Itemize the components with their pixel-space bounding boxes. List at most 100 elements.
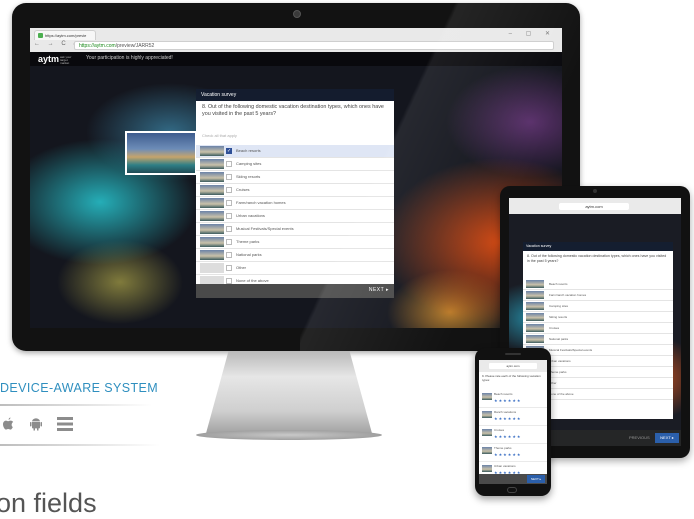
ipad-browser-bar: aytm.com [509, 198, 681, 214]
next-button[interactable]: NEXT ▸ [527, 475, 545, 483]
star-rating[interactable]: ★★★★★★ [494, 398, 522, 403]
option-label: Camping sites [549, 304, 569, 308]
checkbox[interactable] [226, 239, 232, 245]
option-row[interactable]: National parks [523, 334, 673, 345]
rating-label: Cruises [494, 428, 505, 432]
option-row[interactable]: Urban vacations [196, 210, 394, 223]
option-thumbnail [526, 335, 544, 343]
iphone-device: aytm.com 9. Please rate each of the foll… [475, 348, 551, 496]
vacation-image [125, 131, 197, 175]
option-label: Farm/ranch vacation homes [549, 293, 587, 297]
option-label: Cruises [549, 326, 560, 330]
apple-icon [3, 417, 14, 430]
checkbox[interactable] [226, 252, 232, 258]
option-thumbnail [200, 172, 224, 182]
option-label: Urban vacations [549, 359, 571, 363]
option-row[interactable]: Farm/ranch vacation homes [196, 197, 394, 210]
tab-label: https://aytm.com/previe [45, 33, 87, 38]
option-label: Theme parks [549, 370, 567, 374]
app-header: aytm ask your target market Your partici… [30, 52, 562, 66]
ipad-address-bar[interactable]: aytm.com [559, 203, 629, 210]
survey-question: 8. Out of the following domestic vacatio… [202, 104, 384, 117]
ipad-survey-question: 8. Out of the following domestic vacatio… [527, 254, 667, 263]
option-thumbnail [482, 465, 492, 472]
android-icon [29, 418, 42, 431]
option-label: Urban vacations [236, 213, 265, 218]
checkbox[interactable] [226, 265, 232, 271]
rating-row: Cruises ★★★★★★ [479, 426, 547, 444]
option-thumbnail [200, 263, 224, 273]
address-bar[interactable]: https://aytm.com/preview/JARR52 [74, 41, 554, 50]
option-label: Cruises [236, 187, 250, 192]
iphone-screen: aytm.com 9. Please rate each of the foll… [479, 360, 547, 484]
option-row[interactable]: Skiing resorts [196, 171, 394, 184]
checkbox[interactable] [226, 174, 232, 180]
option-row[interactable]: Cruises [523, 323, 673, 334]
window-controls[interactable]: – ▢ ✕ [509, 30, 556, 37]
browser-toolbar: https://aytm.com/previe – ▢ ✕ ← → C ⌂ ht… [30, 28, 562, 53]
iphone-footer: NEXT ▸ [479, 474, 547, 484]
previous-button[interactable]: PREVIOUS [629, 435, 650, 440]
imac-stand [205, 351, 373, 437]
option-row[interactable]: Cruises [196, 184, 394, 197]
next-button[interactable]: NEXT ▸ [369, 287, 389, 293]
option-thumbnail [200, 211, 224, 221]
favicon-icon [38, 33, 43, 38]
checkbox[interactable] [226, 213, 232, 219]
checkbox[interactable] [226, 200, 232, 206]
option-row[interactable]: Theme parks [196, 236, 394, 249]
option-thumbnail [200, 237, 224, 247]
survey-hint: Check all that apply [202, 133, 237, 138]
option-thumbnail [200, 250, 224, 260]
option-thumbnail [200, 198, 224, 208]
section-heading: on fields [0, 488, 97, 518]
checkbox[interactable] [226, 161, 232, 167]
star-rating[interactable]: ★★★★★★ [494, 416, 522, 421]
option-row[interactable]: Other [196, 262, 394, 275]
checkbox[interactable] [226, 226, 232, 232]
option-label: Beach resorts [549, 282, 568, 286]
option-thumbnail [200, 159, 224, 169]
iphone-rating-list: Beach resorts ★★★★★★ Ranch vacations ★★★★★… [479, 390, 547, 480]
option-label: Farm/ranch vacation homes [236, 200, 286, 205]
option-label: Other [236, 265, 247, 270]
option-label: Camping sites [236, 161, 262, 166]
survey-card: 8. Out of the following domestic vacatio… [196, 101, 394, 298]
os-icons [2, 417, 74, 434]
option-row[interactable]: Camping sites [196, 158, 394, 171]
iphone-question: 9. Please rate each of the following vac… [482, 374, 541, 382]
option-row[interactable]: Skiing resorts [523, 312, 673, 323]
option-row[interactable]: Farm/ranch vacation homes [523, 290, 673, 301]
option-row[interactable]: National parks [196, 249, 394, 262]
option-label: Musical Festivals/Special events [236, 226, 294, 231]
option-thumbnail [526, 313, 544, 321]
option-row[interactable]: Musical Festivals/Special events [196, 223, 394, 236]
option-row[interactable]: Camping sites [523, 301, 673, 312]
browser-tab[interactable]: https://aytm.com/previe [34, 30, 96, 40]
aytm-logo[interactable]: aytm [38, 54, 59, 64]
option-label: National parks [549, 337, 569, 341]
logo-subtitle: ask your target market [60, 55, 72, 65]
option-thumbnail [482, 393, 492, 400]
imac-stand-base [196, 430, 382, 440]
rating-label: Theme parks [494, 446, 512, 450]
iphone-address-bar[interactable]: aytm.com [489, 363, 537, 369]
option-row[interactable]: Beach resorts [523, 279, 673, 290]
option-thumbnail [200, 224, 224, 234]
checkbox[interactable] [226, 145, 232, 157]
option-thumbnail [200, 146, 224, 156]
camera-icon [293, 10, 301, 18]
star-rating[interactable]: ★★★★★★ [494, 452, 522, 457]
checkbox[interactable] [226, 187, 232, 193]
rating-label: Beach resorts [494, 392, 513, 396]
iphone-browser-bar: aytm.com [479, 360, 547, 372]
survey-options: Beach resorts Camping sites Skiing resor… [196, 145, 394, 288]
option-row[interactable]: Beach resorts [196, 145, 394, 158]
option-label: None of the above [549, 392, 574, 396]
rating-label: Ranch vacations [494, 410, 517, 414]
option-thumbnail [482, 429, 492, 436]
star-rating[interactable]: ★★★★★★ [494, 434, 522, 439]
option-thumbnail [526, 324, 544, 332]
rating-label: Urban vacations [494, 464, 516, 468]
next-button[interactable]: NEXT ▸ [655, 433, 679, 443]
